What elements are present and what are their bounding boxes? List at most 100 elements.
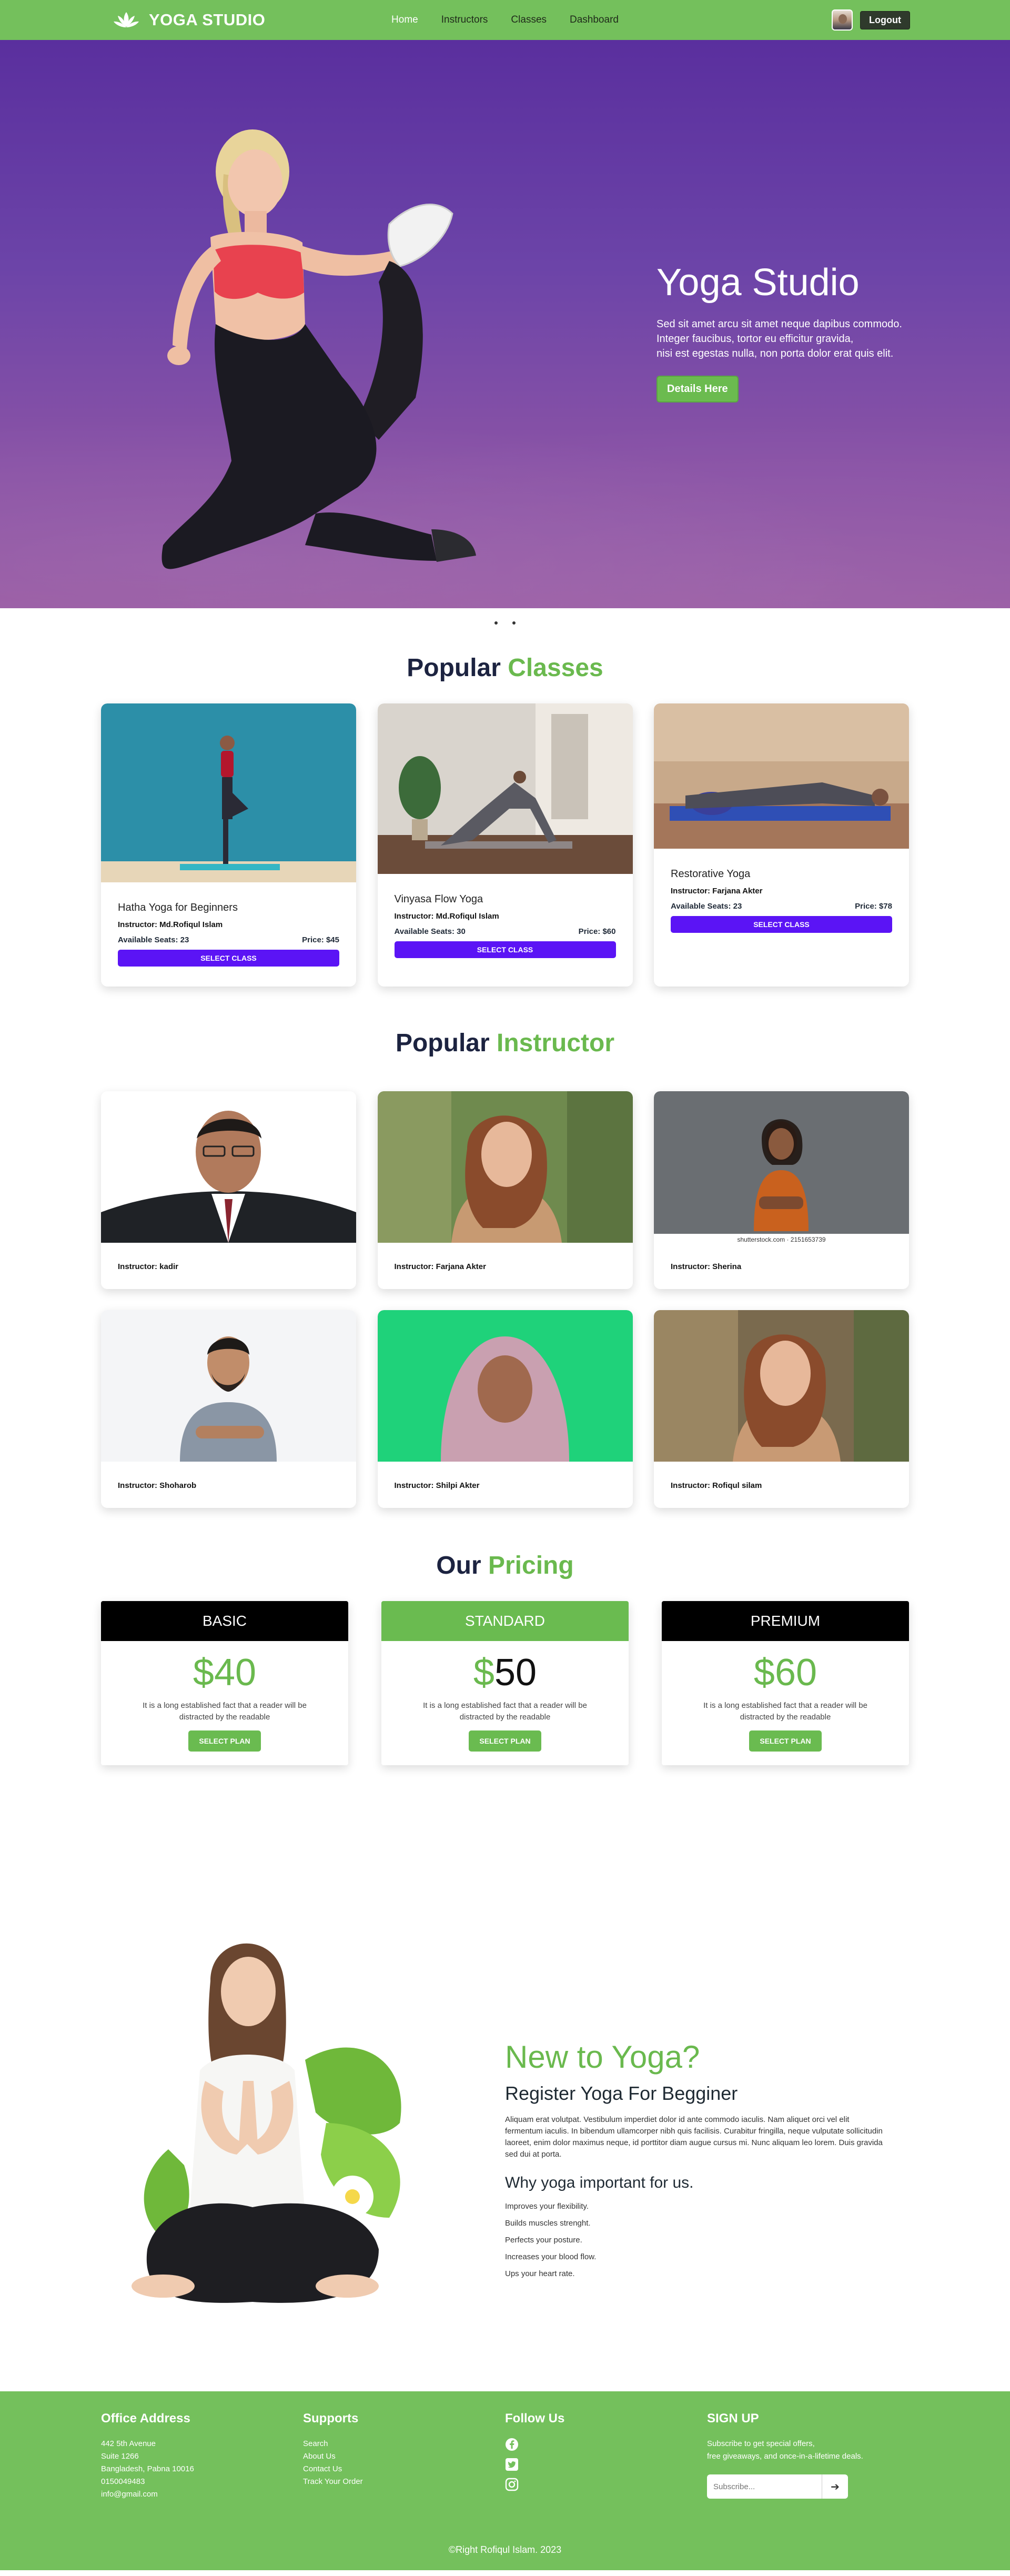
plan-currency: $ [473,1652,494,1694]
carousel-dot[interactable] [512,621,516,625]
pricing-card-standard: STANDARD $50 It is a long established fa… [381,1601,629,1765]
class-seats: Available Seats: 23 [118,935,189,944]
plan-currency: $ [193,1652,214,1694]
subscribe-input[interactable] [707,2474,822,2499]
footer-office: Office Address 442 5th Avenue Suite 1266… [101,2411,303,2501]
instructor-card: shutterstock.com · 2151653739 Instructor… [654,1091,909,1289]
class-instructor: Instructor: Md.Rofiqul Islam [394,912,499,921]
class-price: Price: $60 [578,927,616,936]
new-to-yoga-section: New to Yoga? Register Yoga For Begginer … [0,1818,1010,2391]
plan-description: It is a long established fact that a rea… [703,1701,867,1722]
new-to-yoga-paragraph: Aliquam erat volutpat. Vestibulum imperd… [505,2115,883,2159]
select-class-button[interactable]: SELECT CLASS [671,916,892,933]
why-yoga-title: Why yoga important for us. [505,2174,694,2191]
pricing-section: Our Pricing BASIC $40 It is a long estab… [0,1508,1010,1765]
class-name: Hatha Yoga for Beginners [118,902,238,913]
list-item: Builds muscles strenght. [505,2219,591,2228]
plan-amount: 40 [214,1652,257,1694]
hero-description-line: Sed sit amet arcu sit amet neque dapibus… [656,318,902,330]
section-title-instructor: Popular Instructor [0,1029,1010,1058]
list-item: Ups your heart rate. [505,2269,575,2278]
select-class-button[interactable]: SELECT CLASS [394,941,616,958]
instructor-name: Instructor: Farjana Akter [394,1262,487,1271]
new-to-yoga-subtitle: Register Yoga For Begginer [505,2082,738,2104]
plan-description: It is a long established fact that a rea… [143,1701,307,1722]
plan-name: BASIC [101,1601,348,1641]
select-plan-button[interactable]: SELECT PLAN [188,1730,261,1752]
list-item: Increases your blood flow. [505,2252,597,2261]
select-plan-button[interactable]: SELECT PLAN [469,1730,541,1752]
footer-heading: SIGN UP [707,2411,759,2426]
nav-link-classes[interactable]: Classes [511,14,547,26]
brand[interactable]: YOGA STUDIO [113,11,265,29]
section-title-text: Popular [395,1029,490,1057]
class-instructor: Instructor: Md.Rofiqul Islam [118,920,223,929]
hero-slide: Yoga Studio Sed sit amet arcu sit amet n… [0,40,1010,608]
class-card: Hatha Yoga for Beginners Instructor: Md.… [101,703,356,987]
carousel-dot[interactable] [494,621,498,625]
instructor-photo [654,1310,909,1462]
instructor-card: Instructor: Shoharob [101,1310,356,1508]
meditating-woman-image [132,1943,401,2303]
section-title-pricing: Our Pricing [0,1551,1010,1580]
image-credit: shutterstock.com · 2151653739 [654,1234,909,1245]
section-title-accent: Pricing [488,1552,574,1579]
logout-button[interactable]: Logout [860,11,910,29]
address-line: 442 5th Avenue [101,2439,156,2448]
avatar[interactable] [832,9,853,31]
list-item: Improves your flexibility. [505,2202,589,2211]
plan-description: It is a long established fact that a rea… [423,1701,587,1722]
pricing-card-premium: PREMIUM $60 It is a long established fac… [662,1601,909,1765]
arrow-right-icon[interactable]: ➔ [822,2474,848,2499]
class-seats: Available Seats: 30 [394,927,466,936]
instructor-photo [654,1091,909,1243]
instagram-icon[interactable] [505,2478,519,2491]
footer-link-about[interactable]: About Us [303,2450,505,2463]
instructor-name: Instructor: Shoharob [118,1481,197,1490]
footer-link-search[interactable]: Search [303,2438,505,2450]
section-title-accent: Instructor [497,1029,615,1057]
popular-classes-section: Popular Classes Hatha Yoga for Beginners [0,640,1010,987]
why-yoga-list: Improves your flexibility. Builds muscle… [505,2198,884,2282]
hero-woman-image [161,129,476,569]
nav-link-home[interactable]: Home [391,14,418,26]
instructor-photo [101,1310,356,1462]
carousel-dots [0,608,1010,640]
hero-text: Yoga Studio Sed sit amet arcu sit amet n… [656,261,972,402]
select-class-button[interactable]: SELECT CLASS [118,950,339,967]
plan-amount: 60 [774,1652,817,1694]
class-price: Price: $78 [855,902,892,911]
section-title-text: Our [436,1552,481,1579]
new-to-yoga-title: New to Yoga? [505,2039,700,2075]
class-image-hatha [101,703,356,882]
instructor-photo [377,1310,633,1462]
subscribe-form: ➔ [707,2474,909,2499]
class-name: Vinyasa Flow Yoga [394,893,483,905]
plan-price: $50 [381,1651,629,1695]
footer-heading: Follow Us [505,2411,565,2426]
nav-user-area: Logout [832,9,910,31]
footer-link-track-order[interactable]: Track Your Order [303,2476,505,2488]
details-button[interactable]: Details Here [656,376,739,402]
facebook-icon[interactable] [505,2438,519,2451]
plan-price: $60 [662,1651,909,1695]
instructor-name: Instructor: Rofiqul silam [671,1481,762,1490]
nav-link-dashboard[interactable]: Dashboard [570,14,619,26]
list-item: Perfects your posture. [505,2236,582,2245]
section-title-classes: Popular Classes [0,653,1010,682]
instructor-name: Instructor: Sherina [671,1262,742,1271]
nav-link-instructors[interactable]: Instructors [441,14,488,26]
address-line: Suite 1266 [101,2452,139,2461]
section-title-text: Popular [407,654,501,682]
twitter-icon[interactable] [505,2458,519,2471]
nav-links: Home Instructors Classes Dashboard [391,14,619,26]
select-plan-button[interactable]: SELECT PLAN [749,1730,822,1752]
plan-name: STANDARD [381,1601,629,1641]
class-card: Vinyasa Flow Yoga Instructor: Md.Rofiqul… [377,703,633,987]
plan-amount: 50 [494,1652,537,1694]
popular-instructor-section: Popular Instructor Instructor: kadir Ins… [0,987,1010,1508]
navbar: YOGA STUDIO Home Instructors Classes Das… [0,0,1010,40]
footer-link-contact[interactable]: Contact Us [303,2463,505,2476]
class-name: Restorative Yoga [671,868,751,880]
instructor-card: Instructor: Rofiqul silam [654,1310,909,1508]
